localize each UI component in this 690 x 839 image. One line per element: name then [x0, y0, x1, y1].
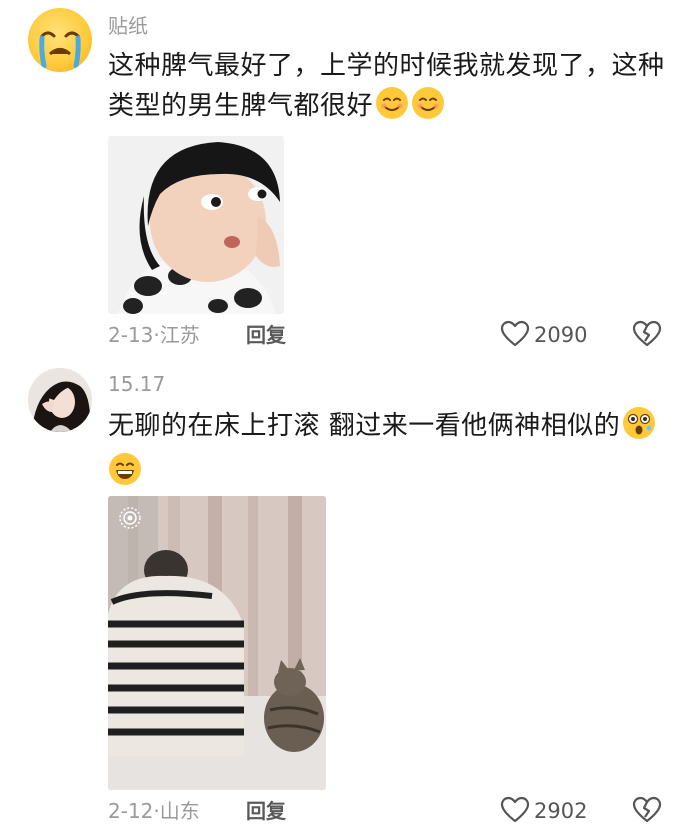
heart-icon — [500, 796, 530, 823]
comment-image[interactable] — [108, 496, 326, 790]
man-and-cat-photo — [108, 496, 326, 790]
like-count: 2902 — [534, 799, 588, 823]
like-count: 2090 — [534, 323, 588, 347]
comment-text: 无聊的在床上打滚 翻过来一看他俩神相似的 — [108, 406, 668, 498]
dislike-button[interactable] — [632, 796, 662, 830]
comment-date: 2-13 — [108, 323, 154, 347]
crying-face-icon — [39, 31, 81, 69]
profile-photo — [28, 368, 92, 432]
heart-icon — [500, 320, 530, 347]
child-photo — [108, 136, 284, 314]
comment-meta: 2-13·江苏 回复 2090 — [108, 320, 668, 354]
like-button[interactable]: 2090 — [500, 320, 592, 350]
grin-emoji-icon — [108, 452, 142, 498]
comment-body: 无聊的在床上打滚 翻过来一看他俩神相似的 — [108, 411, 621, 441]
comment-item: 15.17 无聊的在床上打滚 翻过来一看他俩神相似的 2-12·山东 回复 29… — [0, 360, 690, 839]
user-avatar[interactable] — [28, 368, 92, 432]
broken-heart-icon — [632, 320, 662, 347]
reply-button[interactable]: 回复 — [246, 322, 286, 348]
comment-region: 江苏 — [159, 323, 200, 347]
comment-region: 山东 — [159, 799, 200, 823]
comment-text: 这种脾气最好了，上学的时候我就发现了，这种类型的男生脾气都很好 — [108, 46, 668, 132]
user-avatar[interactable] — [28, 8, 92, 72]
smile-emoji-icon — [411, 86, 445, 132]
username[interactable]: 贴纸 — [108, 14, 148, 38]
dislike-button[interactable] — [632, 320, 662, 354]
like-button[interactable]: 2902 — [500, 796, 592, 826]
smile-emoji-icon — [375, 86, 409, 132]
comment-date: 2-12 — [108, 799, 154, 823]
broken-heart-icon — [632, 796, 662, 823]
username[interactable]: 15.17 — [108, 372, 165, 396]
reply-button[interactable]: 回复 — [246, 798, 286, 824]
comment-item: 贴纸 这种脾气最好了，上学的时候我就发现了，这种类型的男生脾气都很好 2-13·… — [0, 0, 690, 360]
comment-image[interactable] — [108, 136, 284, 314]
surprised-emoji-icon — [622, 406, 656, 452]
comment-meta: 2-12·山东 回复 2902 — [108, 796, 668, 830]
